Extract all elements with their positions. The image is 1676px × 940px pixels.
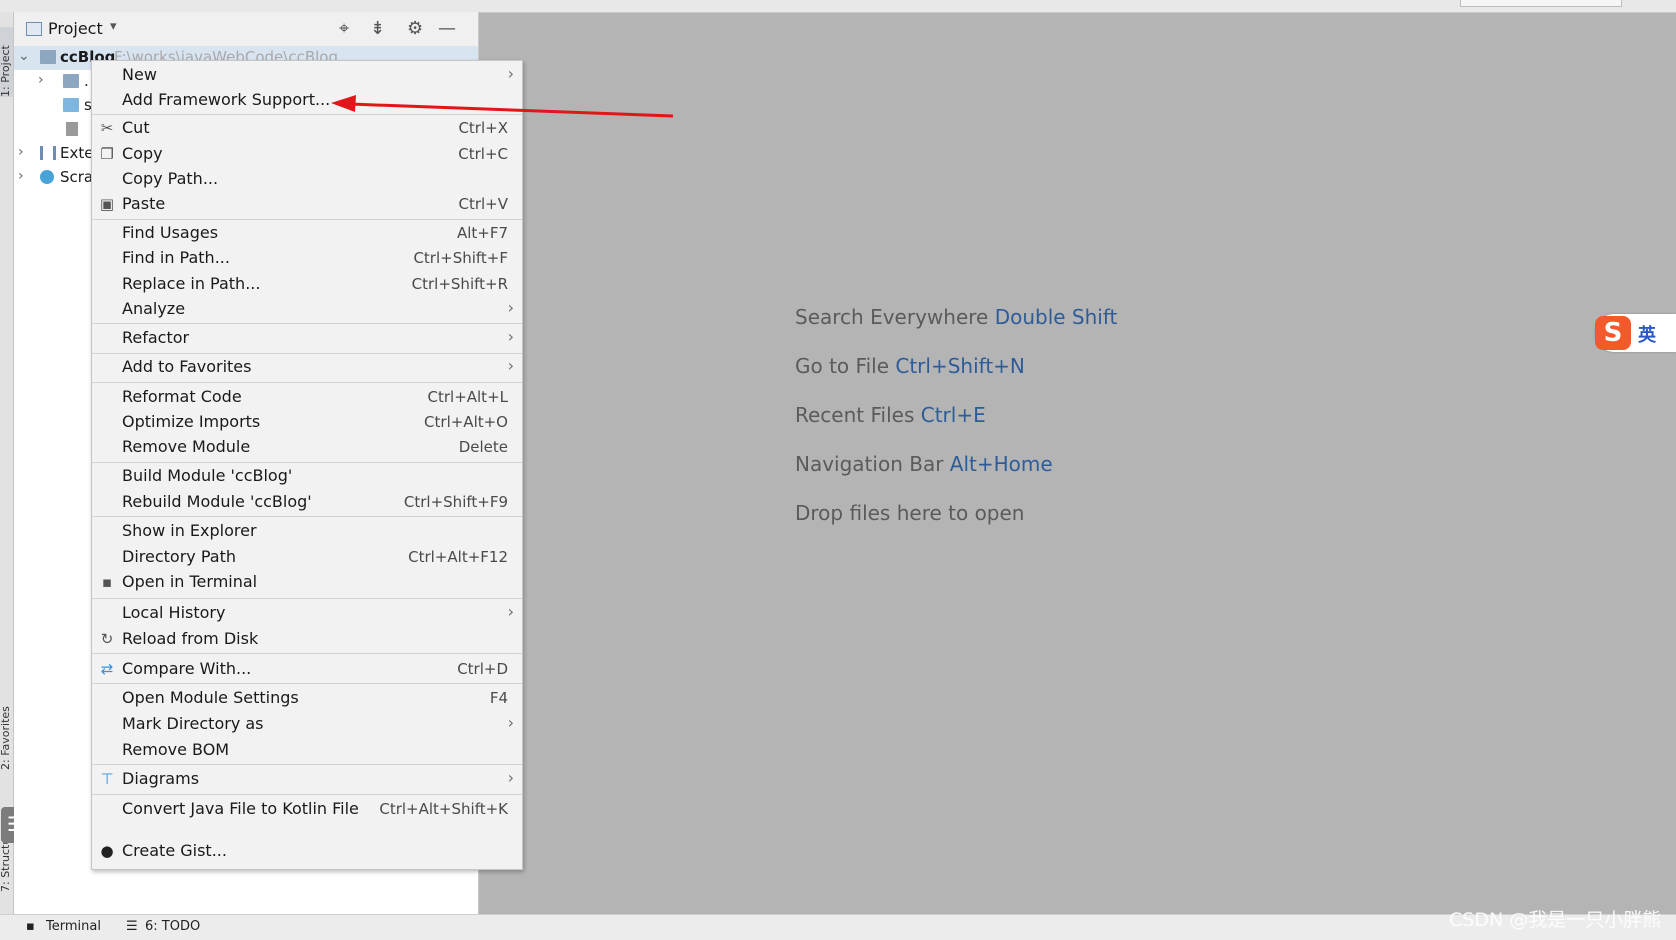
watermark: CSDN @我是一只小胖熊 xyxy=(1449,909,1662,931)
annotation-arrow-head xyxy=(331,95,356,112)
bottom-tab-terminal[interactable]: Terminal xyxy=(46,919,101,934)
list-icon: ☰ xyxy=(126,919,138,934)
annotation-arrow xyxy=(331,95,674,118)
terminal-icon: ▪ xyxy=(26,919,35,934)
bottom-tab-todo[interactable]: 6: TODO xyxy=(145,919,200,934)
bottom-tool-bar: ▪ Terminal ☰ 6: TODO xyxy=(0,914,1676,940)
annotation-arrow-line xyxy=(349,102,674,118)
